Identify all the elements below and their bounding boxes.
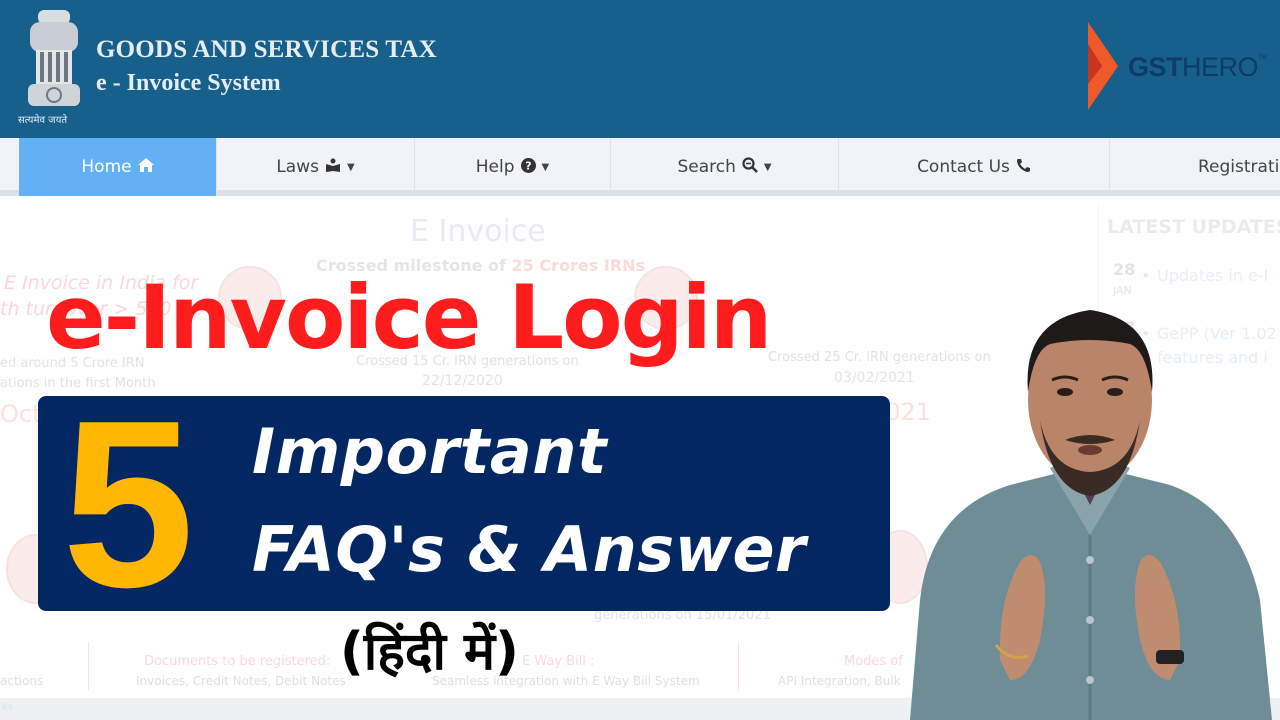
band-item-3-value: API Integration, Bulk bbox=[778, 674, 901, 688]
gsthero-logo: GSTHERO TM bbox=[1088, 22, 1278, 112]
chevron-down-icon: ▼ bbox=[346, 161, 355, 173]
latest-updates-title: LATEST UPDATES bbox=[1107, 216, 1280, 238]
emblem-motto: सत्यमेव जयते bbox=[18, 115, 68, 126]
update-link[interactable]: Updates in e-I bbox=[1141, 264, 1268, 288]
timeline-mid-date: 22/12/2020 bbox=[422, 373, 503, 389]
svg-text:?: ? bbox=[525, 159, 531, 172]
brand-name: GSTHERO bbox=[1128, 52, 1259, 82]
site-header: सत्यमेव जयते GOODS AND SERVICES TAX e - … bbox=[0, 0, 1280, 138]
band-item-1-label: Documents to be registered: bbox=[144, 654, 331, 669]
band-item-2-label: E Way Bill : bbox=[522, 654, 595, 669]
chevron-down-icon: ▼ bbox=[763, 161, 772, 173]
site-subtitle: e - Invoice System bbox=[96, 70, 281, 96]
nav-contact-us[interactable]: Contact Us bbox=[839, 138, 1110, 196]
band-item-1-value: Invoices, Credit Notes, Debit Notes bbox=[136, 674, 346, 688]
nav-search[interactable]: Search ▼ bbox=[611, 138, 839, 196]
presenter-photo bbox=[900, 300, 1280, 720]
home-icon bbox=[137, 158, 154, 176]
faq-banner-line-1: Important bbox=[252, 415, 607, 488]
site-title: GOODS AND SERVICES TAX bbox=[96, 36, 437, 63]
nav-laws[interactable]: Laws ▼ bbox=[217, 138, 415, 196]
question-circle-icon: ? bbox=[520, 157, 536, 177]
search-icon bbox=[742, 157, 758, 177]
book-reader-icon bbox=[325, 158, 341, 176]
band-item-0-value: actions bbox=[0, 674, 44, 688]
band-divider bbox=[738, 642, 739, 690]
nav-home[interactable]: Home bbox=[19, 138, 217, 196]
chevron-down-icon: ▼ bbox=[541, 161, 550, 173]
phone-icon bbox=[1016, 158, 1031, 177]
nav-help[interactable]: Help ? ▼ bbox=[415, 138, 611, 196]
thumbnail-headline: e-Invoice Login bbox=[46, 266, 772, 369]
faq-count: 5 bbox=[62, 372, 195, 637]
band-divider bbox=[88, 642, 89, 690]
timeline-left-month: Oct bbox=[0, 400, 42, 428]
einvoice-section-title: E Invoice bbox=[410, 214, 546, 249]
gsthero-chevron-icon bbox=[1088, 22, 1118, 110]
language-note: (हिंदी में) bbox=[340, 622, 519, 682]
faq-banner-line-2: FAQ's & Answer bbox=[252, 513, 807, 586]
brand-trademark: TM bbox=[1258, 55, 1267, 61]
nav-registration[interactable]: Registrati bbox=[1110, 138, 1280, 196]
band-item-3-label: Modes of bbox=[844, 654, 903, 669]
main-nav: Home Laws ▼ Help ? ▼ Search ▼ Contact Us… bbox=[0, 138, 1280, 196]
